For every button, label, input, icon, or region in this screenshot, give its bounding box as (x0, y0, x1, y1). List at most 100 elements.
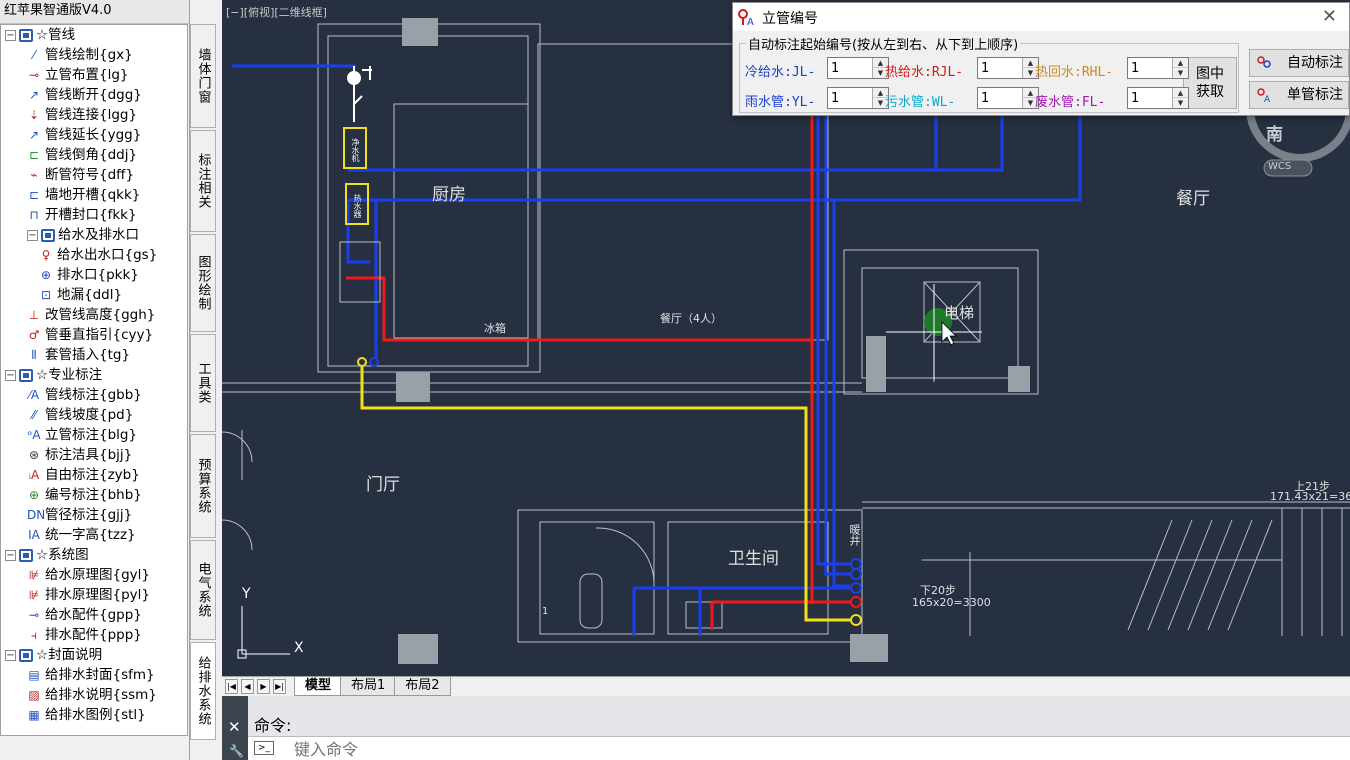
tool-item[interactable]: ⁄ 管线绘制{gx} (1, 45, 187, 65)
tool-item[interactable]: ⫴ 套管插入{tg} (1, 345, 187, 365)
tool-label: 地漏{ddl} (57, 287, 123, 303)
dialog-titlebar[interactable]: A 立管编号 ✕ (733, 3, 1349, 31)
spin-down-icon[interactable]: ▼ (1173, 68, 1188, 78)
collapse-toggle-icon[interactable]: − (5, 549, 16, 561)
start-number-spinner[interactable]: ▲▼ (827, 87, 889, 109)
pipe-connect-icon: ⇣ (28, 108, 40, 122)
tool-item[interactable]: ⊕ 编号标注{bhb} (1, 485, 187, 505)
tool-item[interactable]: ♂ 管垂直指引{cyy} (1, 325, 187, 345)
tool-item[interactable]: ♀ 给水出水口{gs} (1, 245, 187, 265)
tool-item[interactable]: ⊯ 给水原理图{gyl} (1, 565, 187, 585)
first-tab-icon[interactable]: |◀ (225, 679, 238, 694)
folder-icon (19, 368, 33, 382)
start-number-input[interactable] (978, 88, 1022, 108)
room-elevator: 电梯 (944, 304, 975, 322)
free-label-icon: ᵢA (28, 468, 40, 482)
tool-item[interactable]: ⇣ 管线连接{lgg} (1, 105, 187, 125)
start-number-input[interactable] (978, 58, 1022, 78)
collapse-toggle-icon[interactable]: − (5, 649, 16, 661)
tool-item[interactable]: ⌁ 断管符号{dff} (1, 165, 187, 185)
tool-item[interactable]: ⫞ 排水配件{ppp} (1, 625, 187, 645)
collapse-toggle-icon[interactable]: − (27, 229, 38, 241)
side-tab[interactable]: 墙体门窗 (190, 24, 216, 128)
tool-item[interactable]: ⊸ 给水配件{gpp} (1, 605, 187, 625)
close-icon[interactable]: ✕ (228, 718, 241, 736)
tab-layout1[interactable]: 布局1 (340, 677, 397, 696)
fixture-label-icon: ⊛ (28, 448, 40, 462)
tool-group[interactable]: − ☆管线 (1, 25, 187, 45)
side-tab[interactable]: 电气系统 (190, 540, 216, 640)
tool-item[interactable]: ⊯ 排水原理图{pyl} (1, 585, 187, 605)
command-input[interactable] (294, 738, 1194, 760)
start-number-spinner[interactable]: ▲▼ (1127, 87, 1189, 109)
tool-label: 排水配件{ppp} (45, 627, 142, 643)
side-tab[interactable]: 工具类 (190, 334, 216, 432)
tool-item[interactable]: ⊕ 排水口{pkk} (1, 265, 187, 285)
last-tab-icon[interactable]: ▶| (273, 679, 286, 694)
tool-label: 管线绘制{gx} (45, 47, 133, 63)
tool-item[interactable]: ⁄A 管线标注{gbb} (1, 385, 187, 405)
tool-item[interactable]: DN管径标注{gjj} (1, 505, 187, 525)
tool-label: 管线标注{gbb} (45, 387, 142, 403)
side-tab[interactable]: 给排水系统 (190, 642, 216, 740)
wrench-icon[interactable]: 🔧 (229, 744, 244, 758)
side-tab[interactable]: 标注相关 (190, 130, 216, 232)
tool-item[interactable]: ᵒA 立管标注{blg} (1, 425, 187, 445)
command-history: 命令: (254, 716, 292, 735)
side-tab-strip: 墙体门窗 标注相关 图形绘制 工具类 预算系统 电气系统 给排水系统 (190, 24, 218, 740)
tool-group[interactable]: − ☆系统图 (1, 545, 187, 565)
collapse-toggle-icon[interactable]: − (5, 369, 16, 381)
tool-item[interactable]: ▨ 给排水说明{ssm} (1, 685, 187, 705)
start-number-input[interactable] (1128, 58, 1172, 78)
tool-group[interactable]: − 给水及排水口 (1, 225, 187, 245)
tool-item[interactable]: ⊓ 开槽封口{fkk} (1, 205, 187, 225)
wcs-button[interactable]: WCS (1268, 161, 1291, 172)
spin-up-icon[interactable]: ▲ (1173, 58, 1188, 68)
start-number-input[interactable] (828, 88, 872, 108)
tool-item[interactable]: ⁄⁄ 管线坡度{pd} (1, 405, 187, 425)
tool-label: ☆专业标注 (36, 367, 103, 383)
tool-item[interactable]: ⊡ 地漏{ddl} (1, 285, 187, 305)
dialog-close-icon[interactable]: ✕ (1322, 6, 1337, 27)
collapse-toggle-icon[interactable]: − (5, 29, 16, 41)
single-label-button[interactable]: A 单管标注 (1249, 81, 1349, 109)
tool-item[interactable]: ⊥ 改管线高度{ggh} (1, 305, 187, 325)
tool-item[interactable]: ↗ 管线断开{dgg} (1, 85, 187, 105)
side-tab[interactable]: 图形绘制 (190, 234, 216, 332)
tool-label: 统一字高{tzz} (45, 527, 136, 543)
tab-layout2[interactable]: 布局2 (394, 677, 451, 696)
tool-item[interactable]: ⊛ 标注洁具{bjj} (1, 445, 187, 465)
start-number-spinner[interactable]: ▲▼ (1127, 57, 1189, 79)
start-number-spinner[interactable]: ▲▼ (977, 57, 1039, 79)
tool-item[interactable]: ▤ 给排水封面{sfm} (1, 665, 187, 685)
next-tab-icon[interactable]: ▶ (257, 679, 270, 694)
start-number-spinner[interactable]: ▲▼ (827, 57, 889, 79)
tool-label: 给水配件{gpp} (45, 607, 142, 623)
side-tab[interactable]: 预算系统 (190, 434, 216, 538)
tool-group[interactable]: − ☆专业标注 (1, 365, 187, 385)
tool-label: 给水原理图{gyl} (45, 567, 150, 583)
fetch-from-drawing-button[interactable]: 图中获取 (1183, 57, 1237, 109)
spin-up-icon[interactable]: ▲ (1173, 88, 1188, 98)
tab-model[interactable]: 模型 (294, 677, 343, 696)
command-grip[interactable]: ✕ 🔧 (222, 696, 248, 760)
tool-item[interactable]: IA 统一字高{tzz} (1, 525, 187, 545)
prev-tab-icon[interactable]: ◀ (241, 679, 254, 694)
layout-tab-bar: |◀ ◀ ▶ ▶| 模型 布局1 布局2 (222, 676, 1350, 696)
start-number-spinner[interactable]: ▲▼ (977, 87, 1039, 109)
unify-height-icon: IA (28, 528, 40, 542)
tool-group[interactable]: − ☆封面说明 (1, 645, 187, 665)
auto-label-button[interactable]: 自动标注 (1249, 49, 1349, 77)
riser-prefix-label: 冷给水:JL- (745, 65, 816, 80)
tool-item[interactable]: ↗ 管线延长{ygg} (1, 125, 187, 145)
start-number-input[interactable] (828, 58, 872, 78)
start-number-input[interactable] (1128, 88, 1172, 108)
number-label-icon: ⊕ (28, 488, 40, 502)
tool-item[interactable]: ᵢA 自由标注{zyb} (1, 465, 187, 485)
tool-item[interactable]: ⊏ 墙地开槽{qkk} (1, 185, 187, 205)
prompt-icon[interactable]: >_ (254, 741, 274, 755)
tool-item[interactable]: ⊸ 立管布置{lg} (1, 65, 187, 85)
tool-item[interactable]: ▦ 给排水图例{stl} (1, 705, 187, 725)
spin-down-icon[interactable]: ▼ (1173, 98, 1188, 108)
tool-item[interactable]: ⊏ 管线倒角{ddj} (1, 145, 187, 165)
